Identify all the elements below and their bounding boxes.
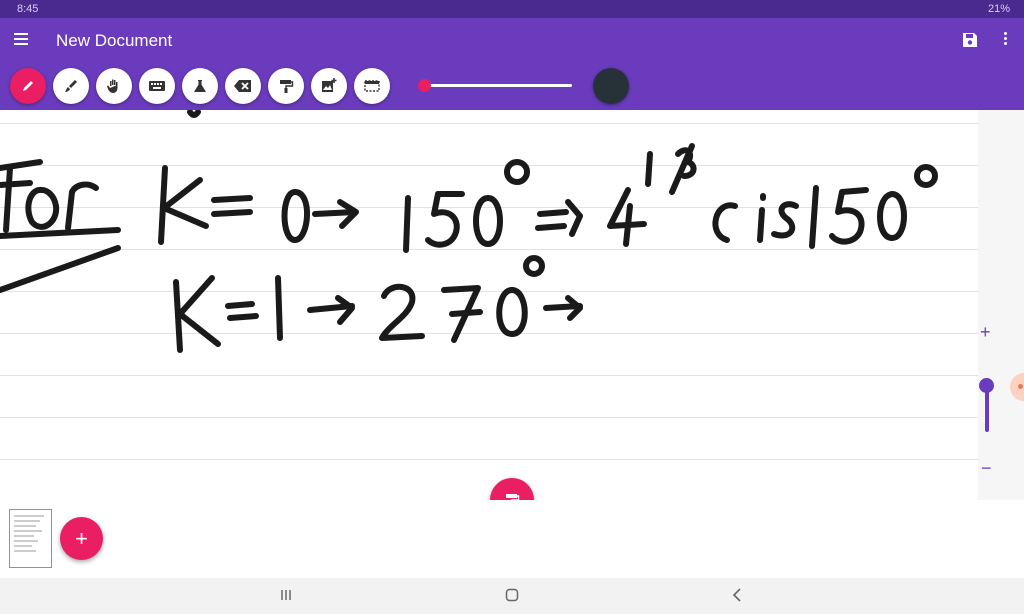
page-thumbnail[interactable]: [9, 509, 52, 568]
keyboard-icon: [149, 81, 165, 91]
add-image-tool-button[interactable]: [311, 68, 347, 104]
pen-size-slider-thumb[interactable]: [418, 79, 431, 92]
brush-tool-button[interactable]: [53, 68, 89, 104]
status-battery: 21%: [987, 3, 1010, 15]
save-icon[interactable]: [960, 30, 980, 50]
add-image-icon: [322, 78, 337, 92]
zoom-panel: [978, 110, 1024, 500]
status-bar: 8:45 21%: [0, 0, 1024, 18]
hand-tool-button[interactable]: [96, 68, 132, 104]
zoom-out-button[interactable]: −: [981, 458, 992, 479]
menu-icon[interactable]: [10, 30, 32, 52]
handwriting-ink: [0, 110, 938, 353]
system-navigation-bar: [0, 578, 1024, 614]
selection-tool-button[interactable]: [354, 68, 390, 104]
more-options-icon[interactable]: [998, 30, 1012, 50]
paint-roller-tool-button[interactable]: [268, 68, 304, 104]
zoom-in-button[interactable]: +: [980, 322, 991, 343]
eraser-icon: [234, 80, 251, 92]
writing-canvas[interactable]: [0, 110, 978, 500]
pen-tool-button[interactable]: [10, 68, 46, 104]
flask-icon: [194, 80, 206, 92]
recent-apps-icon[interactable]: [279, 587, 293, 603]
document-title: New Document: [56, 31, 173, 50]
add-page-button[interactable]: +: [60, 517, 103, 560]
paint-roller-icon: [280, 80, 294, 93]
selection-icon: [364, 80, 380, 92]
page-thumbnail-preview: [14, 515, 44, 552]
flask-tool-button[interactable]: [182, 68, 218, 104]
hand-icon: [107, 79, 118, 93]
brush-icon: [65, 80, 77, 92]
pen-color-swatch[interactable]: [593, 68, 629, 104]
eraser-tool-button[interactable]: [225, 68, 261, 104]
app-bar: New Document: [0, 18, 1024, 110]
pen-icon: [23, 81, 33, 91]
home-icon[interactable]: [504, 587, 520, 603]
zoom-slider-thumb[interactable]: [979, 378, 994, 393]
keyboard-tool-button[interactable]: [139, 68, 175, 104]
back-icon[interactable]: [730, 587, 744, 603]
pen-size-slider[interactable]: [424, 84, 572, 87]
pages-bar: +: [0, 500, 1024, 578]
status-time: 8:45: [17, 3, 39, 15]
